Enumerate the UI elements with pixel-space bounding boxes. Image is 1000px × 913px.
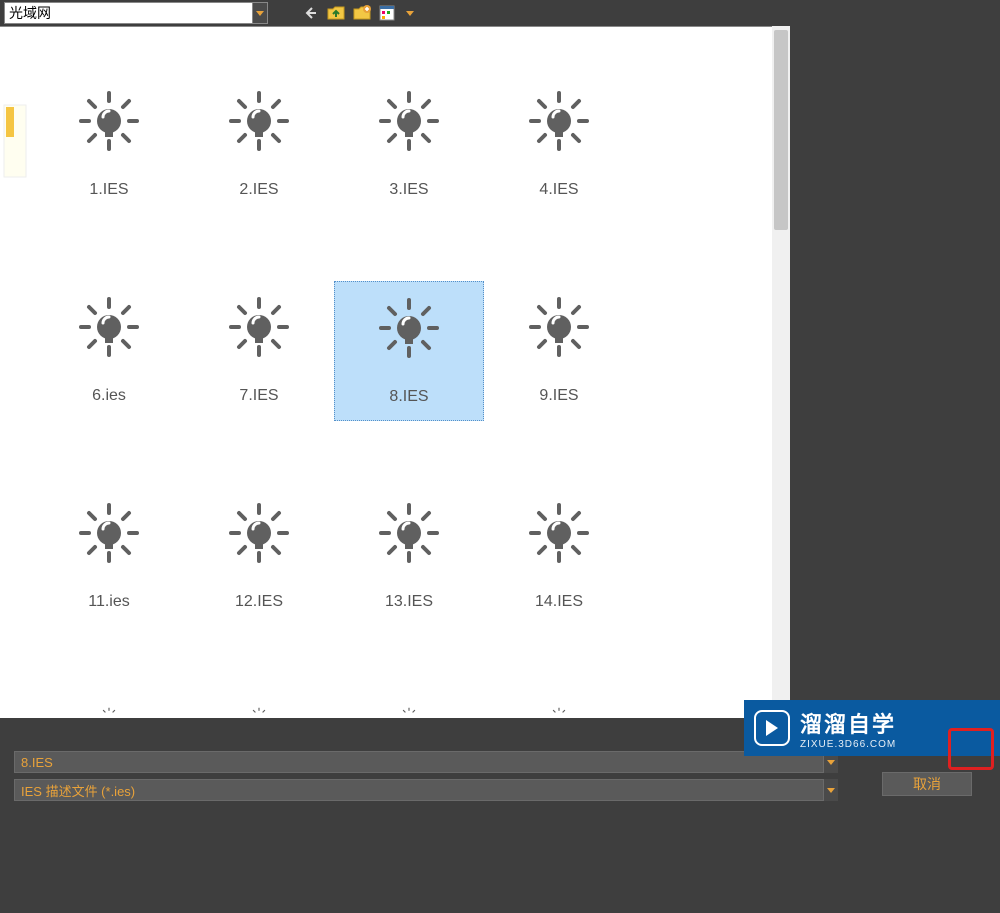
file-label: 6.ies [92,387,126,405]
lightbulb-icon [377,296,441,360]
lightbulb-icon [227,501,291,565]
lightbulb-icon [227,295,291,359]
view-mode-button[interactable] [378,3,398,23]
file-item-selected[interactable]: 8.IES [334,281,484,421]
watermark-text: 溜溜自学 ZIXUE.3D66.COM [800,707,896,750]
lightbulb-icon [77,501,141,565]
file-label: 8.IES [389,388,428,406]
lightbulb-icon [227,707,291,725]
lightbulb-icon [77,707,141,725]
file-item[interactable]: 13.IES [334,487,484,627]
filter-dropdown[interactable] [824,779,838,801]
file-item[interactable] [184,693,334,725]
file-item[interactable]: 6.ies [34,281,184,421]
back-button[interactable] [300,3,320,23]
play-icon [754,710,790,746]
watermark-title: 溜溜自学 [800,707,896,739]
file-label: 1.IES [89,181,128,199]
chevron-down-icon [827,788,835,793]
lightbulb-icon [77,295,141,359]
annotation-highlight-box [948,728,994,770]
lightbulb-icon [527,501,591,565]
folder-up-button[interactable] [326,3,346,23]
toolbar [0,0,1000,26]
file-item[interactable]: 2.IES [184,75,334,215]
file-item[interactable]: 4.IES [484,75,634,215]
file-item[interactable]: 9.IES [484,281,634,421]
lightbulb-icon [527,89,591,153]
file-label: 9.IES [539,387,578,405]
folder-up-icon [327,5,345,21]
file-label: 12.IES [235,593,283,611]
file-item[interactable]: 12.IES [184,487,334,627]
chevron-down-icon [827,760,835,765]
file-item[interactable]: 3.IES [334,75,484,215]
lightbulb-icon [77,89,141,153]
path-input-wrap [4,2,268,24]
lightbulb-icon [227,89,291,153]
file-label: 2.IES [239,181,278,199]
vertical-scrollbar[interactable] [772,26,790,718]
lightbulb-icon [527,707,591,725]
filter-row [14,778,986,802]
file-item[interactable] [34,693,184,725]
folder-new-icon [353,5,371,21]
file-label: 4.IES [539,181,578,199]
lightbulb-icon [377,89,441,153]
file-item[interactable] [484,693,634,725]
file-item[interactable]: 11.ies [34,487,184,627]
arrow-left-icon [302,5,318,21]
watermark-subtitle: ZIXUE.3D66.COM [800,739,896,750]
file-item[interactable]: 1.IES [34,75,184,215]
file-label: 3.IES [389,181,428,199]
lightbulb-icon [527,295,591,359]
cancel-button[interactable]: 取消 [882,772,972,796]
filename-input[interactable] [14,751,824,773]
chevron-down-icon [406,11,414,16]
lightbulb-icon [377,501,441,565]
file-label: 11.ies [88,593,130,611]
filetype-filter[interactable] [14,779,824,801]
file-browser-pane: 1.IES 2.IES 3.IES 4.IES 6.ies 7.IES 8.IE… [0,26,790,718]
file-item[interactable]: 14.IES [484,487,634,627]
new-folder-button[interactable] [352,3,372,23]
path-dropdown-button[interactable] [252,2,268,24]
file-label: 14.IES [535,593,583,611]
file-item[interactable] [334,693,484,725]
file-item[interactable]: 7.IES [184,281,334,421]
chevron-down-icon [256,11,264,16]
view-mode-dropdown[interactable] [404,3,416,23]
file-label: 13.IES [385,593,433,611]
lightbulb-icon [377,707,441,725]
file-label: 7.IES [239,387,278,405]
grid-view-icon [379,5,397,21]
scrollbar-thumb[interactable] [774,30,788,230]
path-input[interactable] [4,2,252,24]
